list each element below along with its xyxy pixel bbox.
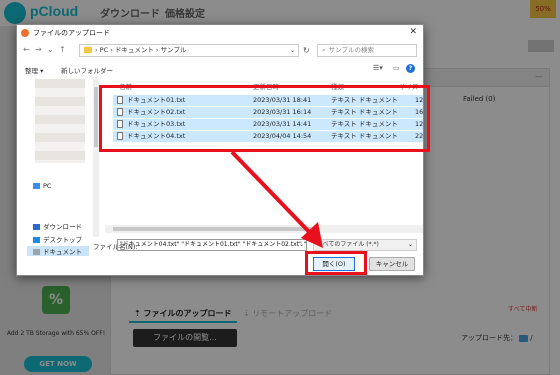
annotation-arrow [230, 150, 323, 248]
